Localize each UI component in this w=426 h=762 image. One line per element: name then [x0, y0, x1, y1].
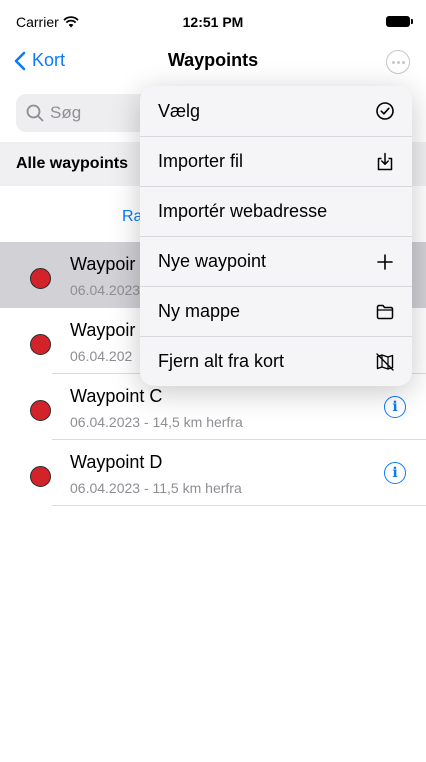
ellipsis-icon: [391, 60, 395, 64]
page-title: Waypoints: [167, 50, 259, 70]
info-icon[interactable]: i: [384, 462, 406, 484]
battery-icon: [386, 16, 413, 27]
checkmark-circle-icon: [374, 100, 396, 122]
menu-item-import-url[interactable]: Importér webadresse: [140, 186, 412, 236]
menu-item-remove-all[interactable]: Fjern alt fra kort: [140, 336, 412, 386]
waypoint-subtitle: 06.04.2023: [70, 282, 141, 298]
folder-icon: [374, 301, 396, 323]
menu-item-import-file[interactable]: Importer fil: [140, 136, 412, 186]
waypoint-subtitle: 06.04.2023 - 14,5 km herfra: [70, 414, 243, 430]
status-bar: Carrier 12:51 PM: [0, 0, 426, 40]
waypoint-subtitle: 06.04.2023 - 11,5 km herfra: [70, 480, 242, 496]
section-title: Alle waypoints: [16, 155, 129, 172]
more-button[interactable]: [386, 50, 410, 74]
import-icon: [374, 151, 396, 173]
menu-item-label: Ny mappe: [158, 301, 241, 321]
waypoint-title: Waypoint C: [70, 386, 163, 406]
list-item[interactable]: Waypoint D 06.04.2023 - 11,5 km herfra i: [0, 440, 426, 506]
search-icon: [26, 104, 44, 122]
plus-icon: [374, 251, 396, 273]
menu-item-label: Importér webadresse: [158, 201, 328, 221]
menu-item-label: Nye waypoint: [158, 251, 267, 271]
clock: 12:51 PM: [182, 14, 244, 30]
waypoint-dot-icon: [30, 334, 51, 355]
divider: [52, 505, 426, 506]
waypoint-title: Waypoir: [70, 254, 136, 274]
search-placeholder: Søg: [50, 103, 82, 122]
waypoint-subtitle: 06.04.202: [70, 348, 133, 364]
context-menu: Vælg Importer fil Importér webadresse Ny…: [140, 86, 412, 386]
menu-item-label: Vælg: [158, 100, 201, 121]
nav-bar: Kort Waypoints: [0, 40, 426, 84]
map-slash-icon: [374, 351, 396, 373]
waypoint-dot-icon: [30, 400, 51, 421]
info-icon[interactable]: i: [384, 396, 406, 418]
menu-item-select[interactable]: Vælg: [140, 86, 412, 136]
menu-item-new-waypoint[interactable]: Nye waypoint: [140, 236, 412, 286]
menu-item-label: Importer fil: [158, 151, 244, 171]
waypoint-title: Waypoint D: [70, 452, 163, 472]
waypoint-title: Waypoir: [70, 320, 136, 340]
menu-item-label: Fjern alt fra kort: [158, 351, 285, 371]
menu-item-new-folder[interactable]: Ny mappe: [140, 286, 412, 336]
waypoint-dot-icon: [30, 268, 51, 289]
waypoint-dot-icon: [30, 466, 51, 487]
